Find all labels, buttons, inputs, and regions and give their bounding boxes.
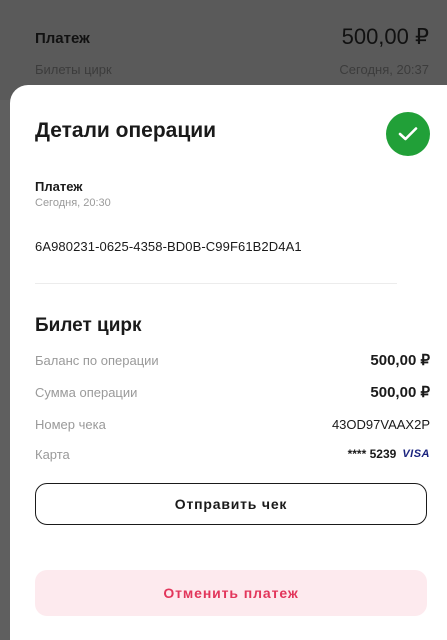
background-payment-amount: 500,00 ₽ bbox=[341, 24, 429, 49]
detail-label: Сумма операции bbox=[35, 384, 138, 400]
detail-value: 500,00 ₽ bbox=[370, 384, 430, 401]
sheet-title: Детали операции bbox=[35, 119, 217, 142]
background-payment-title: Платеж bbox=[35, 30, 90, 47]
detail-label: Карта bbox=[35, 446, 70, 462]
detail-label: Баланс по операции bbox=[35, 352, 159, 368]
operation-id: 6A980231-0625-4358-BD0B-C99F61B2D4A1 bbox=[35, 239, 302, 254]
background-payment-time: Сегодня, 20:37 bbox=[339, 62, 429, 77]
operation-details-sheet: Детали операции Платеж Сегодня, 20:30 6A… bbox=[10, 85, 447, 640]
detail-value: 500,00 ₽ bbox=[370, 352, 430, 369]
divider bbox=[35, 283, 397, 284]
detail-row-amount: Сумма операции 500,00 ₽ bbox=[35, 382, 430, 402]
operation-time: Сегодня, 20:30 bbox=[35, 197, 111, 209]
detail-row-card: Карта **** 5239 VISA bbox=[35, 444, 430, 464]
background-payment-subtitle: Билеты цирк bbox=[35, 62, 112, 77]
check-icon bbox=[398, 127, 418, 141]
card-value: **** 5239 VISA bbox=[348, 447, 430, 461]
section-title: Билет цирк bbox=[35, 315, 142, 336]
detail-value: 43OD97VAAX2P bbox=[331, 416, 430, 432]
cancel-payment-button[interactable]: Отменить платеж bbox=[35, 570, 427, 616]
card-number: **** 5239 bbox=[347, 447, 397, 461]
visa-logo-icon: VISA bbox=[402, 448, 430, 460]
success-check-icon bbox=[386, 112, 430, 156]
send-receipt-button[interactable]: Отправить чек bbox=[35, 483, 427, 525]
detail-row-balance: Баланс по операции 500,00 ₽ bbox=[35, 350, 430, 370]
detail-label: Номер чека bbox=[35, 416, 106, 432]
operation-type: Платеж bbox=[35, 179, 83, 194]
detail-row-receipt-number: Номер чека 43OD97VAAX2P bbox=[35, 414, 430, 434]
